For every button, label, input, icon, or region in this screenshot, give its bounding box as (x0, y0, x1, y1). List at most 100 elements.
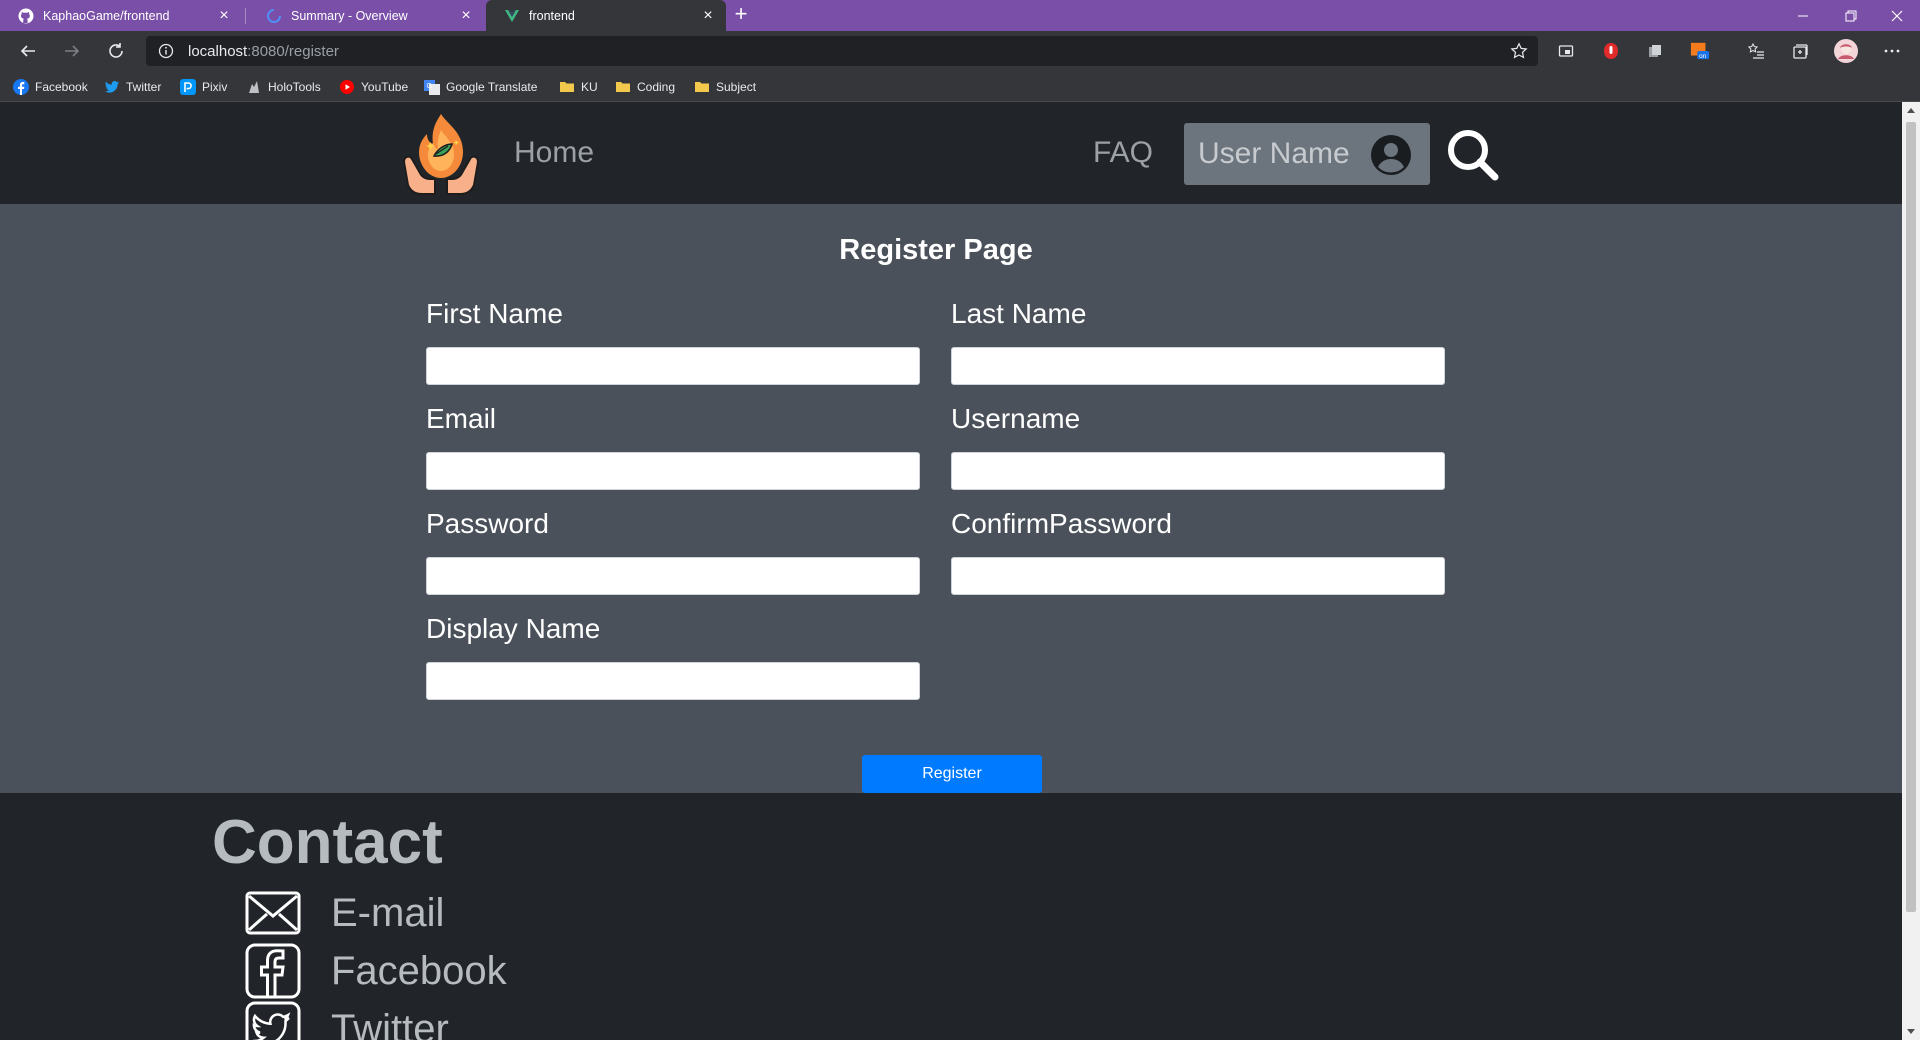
last-name-input[interactable] (951, 347, 1445, 385)
address-bar[interactable]: localhost:8080/register (146, 36, 1538, 66)
tab-frontend[interactable]: frontend × (486, 0, 726, 31)
email-input[interactable] (426, 452, 920, 490)
extension-red-icon[interactable] (1601, 41, 1621, 61)
contact-facebook-link[interactable]: Facebook (245, 943, 507, 999)
bookmark-pixiv[interactable]: Pixiv (180, 77, 227, 97)
page-title: Register Page (839, 234, 1033, 266)
folder-icon (615, 79, 631, 95)
vue-icon (504, 8, 520, 24)
user-circle-icon (1370, 134, 1412, 176)
github-icon (18, 8, 34, 24)
bookmark-facebook[interactable]: Facebook (13, 77, 88, 97)
bookmark-label: KU (581, 80, 598, 94)
last-name-label: Last Name (951, 298, 1087, 329)
minimize-icon[interactable] (1780, 0, 1826, 31)
profile-avatar[interactable] (1834, 39, 1858, 63)
display-name-input[interactable] (426, 662, 920, 700)
close-window-icon[interactable] (1874, 0, 1920, 31)
tab-title: frontend (529, 8, 575, 23)
site-navbar: Home FAQ User Name (0, 102, 1902, 204)
scrollbar-thumb[interactable] (1906, 122, 1916, 912)
bookmark-label: Google Translate (446, 80, 538, 94)
extension-on-icon[interactable]: on (1690, 41, 1710, 61)
close-icon[interactable]: × (700, 7, 716, 24)
first-name-input[interactable] (426, 347, 920, 385)
bookmark-coding[interactable]: Coding (615, 77, 675, 97)
page-scrollbar[interactable] (1902, 102, 1920, 1040)
scroll-up-arrow-icon[interactable] (1907, 108, 1915, 113)
first-name-label: First Name (426, 298, 563, 329)
tab-title: Summary - Overview (291, 8, 408, 23)
loading-icon (266, 8, 282, 24)
reload-icon[interactable] (102, 37, 130, 65)
folder-icon (559, 79, 575, 95)
star-icon[interactable] (1510, 42, 1528, 65)
new-tab-button[interactable]: + (730, 3, 752, 27)
username-label: Username (951, 403, 1081, 434)
page-viewport: Home FAQ User Name Register Page First N… (0, 102, 1902, 1040)
tab-kaphaogame-frontend[interactable]: KaphaoGame/frontend × (0, 0, 242, 31)
password-input[interactable] (426, 557, 920, 595)
more-options-icon[interactable] (1882, 41, 1902, 61)
nav-home-link[interactable]: Home (514, 136, 594, 170)
bookmark-label: Subject (716, 80, 757, 94)
folder-icon (694, 79, 710, 95)
google-translate-icon: G (424, 79, 440, 95)
confirm-password-input[interactable] (951, 557, 1445, 595)
nav-faq-link[interactable]: FAQ (1093, 136, 1153, 170)
bookmark-twitter[interactable]: Twitter (104, 77, 161, 97)
forward-icon[interactable] (58, 37, 86, 65)
tab-divider (245, 8, 246, 24)
tab-summary-overview[interactable]: Summary - Overview × (248, 0, 484, 31)
bookmark-label: Pixiv (202, 80, 228, 94)
url-host: localhost (188, 42, 248, 60)
back-icon[interactable] (14, 37, 42, 65)
cast-icon[interactable] (1556, 41, 1576, 61)
contact-facebook-label: Facebook (331, 948, 507, 993)
facebook-icon (13, 79, 29, 95)
bookmark-youtube[interactable]: YouTube (339, 77, 408, 97)
close-icon[interactable]: × (216, 7, 232, 24)
user-name-label: User Name (1198, 137, 1350, 170)
reading-list-icon[interactable] (1746, 41, 1766, 61)
bookmark-holotools[interactable]: HoloTools (246, 77, 321, 97)
password-label: Password (426, 508, 549, 539)
username-input[interactable] (951, 452, 1445, 490)
bookmark-label: Twitter (126, 80, 162, 94)
search-icon[interactable] (1444, 126, 1500, 182)
email-label: Email (426, 403, 497, 434)
confirm-password-label: ConfirmPassword (951, 508, 1172, 539)
bookmark-label: YouTube (361, 80, 409, 94)
url-path: :8080/register (247, 42, 339, 60)
contact-twitter-link[interactable]: Twitter (245, 1001, 449, 1040)
contact-email-link[interactable]: E-mail (245, 885, 444, 941)
svg-text:G: G (427, 83, 432, 90)
bookmark-subject[interactable]: Subject (694, 77, 756, 97)
footer: Contact E-mail Facebook Twitter (0, 793, 1902, 1040)
close-icon[interactable]: × (458, 7, 474, 24)
envelope-icon (245, 885, 301, 941)
scroll-down-arrow-icon[interactable] (1907, 1029, 1915, 1034)
register-button[interactable]: Register (862, 755, 1042, 793)
bookmark-label: Facebook (35, 80, 88, 94)
bookmark-google-translate[interactable]: G Google Translate (424, 77, 537, 97)
pixiv-icon (180, 79, 196, 95)
bookmark-ku[interactable]: KU (559, 77, 598, 97)
contact-twitter-label: Twitter (331, 1006, 449, 1040)
svg-text:on: on (1699, 53, 1707, 60)
facebook-icon (245, 943, 301, 999)
extension-gray-icon[interactable] (1645, 41, 1665, 61)
contact-email-label: E-mail (331, 890, 445, 935)
twitter-icon (245, 1001, 301, 1040)
collections-icon[interactable] (1790, 41, 1810, 61)
display-name-label: Display Name (426, 613, 601, 644)
holotools-icon (246, 79, 262, 95)
flame-hands-logo-icon[interactable] (396, 110, 486, 200)
user-menu-button[interactable]: User Name (1184, 123, 1430, 185)
browser-toolbar: localhost:8080/register on (0, 31, 1920, 71)
bookmarks-bar: Facebook Twitter Pixiv HoloTools YouTube… (0, 71, 1920, 102)
info-icon[interactable] (158, 43, 174, 59)
restore-icon[interactable] (1828, 0, 1874, 31)
browser-tab-bar: KaphaoGame/frontend × Summary - Overview… (0, 0, 1920, 31)
bookmark-label: Coding (637, 80, 676, 94)
